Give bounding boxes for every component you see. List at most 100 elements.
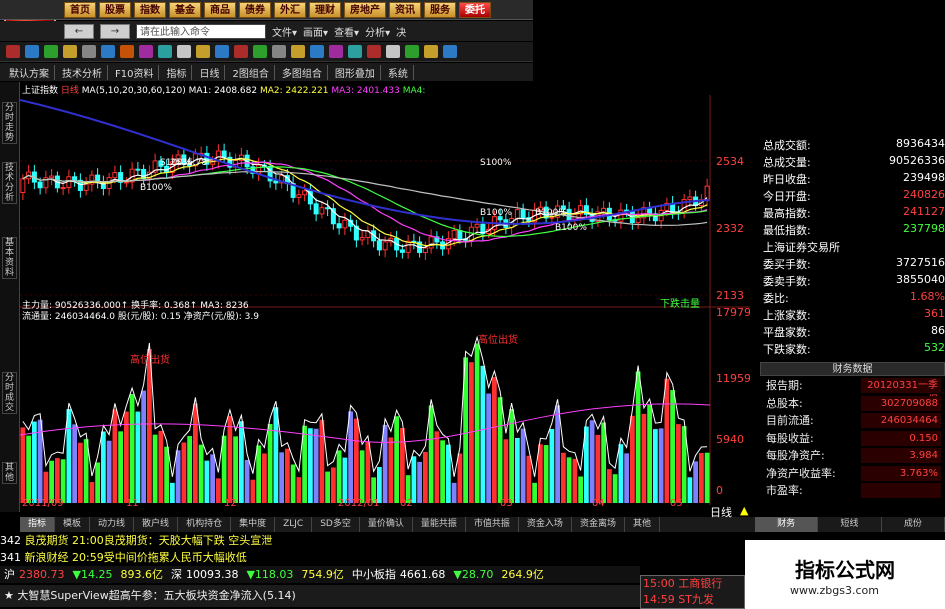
toolbar-icon-18[interactable] (348, 45, 362, 58)
toolbar-icon-2[interactable] (44, 45, 58, 58)
indicator-tab-9[interactable]: 量能共振 (413, 517, 466, 532)
menu-view[interactable]: 画面▾ (303, 24, 328, 39)
menu-look[interactable]: 查看▾ (334, 24, 359, 39)
right-tab-0[interactable]: 财务 (755, 517, 819, 532)
volume-bar (187, 436, 192, 503)
menu-item-3[interactable]: 基金 (169, 1, 201, 18)
menu-file[interactable]: 文件▾ (272, 24, 297, 39)
indicator-tab-8[interactable]: 量价确认 (360, 517, 413, 532)
chart-area[interactable]: 2534 2332 2133 17979 11959 5940 0 S100% B100% B10… (19, 95, 751, 509)
candle-body (422, 247, 428, 254)
toolbar-icon-20[interactable] (386, 45, 400, 58)
toolbar-icon-15[interactable] (291, 45, 305, 58)
volume-bar (474, 343, 480, 503)
news-line-2[interactable]: 341 新浪财经 20:59受中间价拖累人民币大幅收低 (0, 549, 565, 566)
toolbar-icon-19[interactable] (367, 45, 381, 58)
left-tab-0[interactable]: 分时走势 (2, 102, 17, 144)
toolbar-icon-7[interactable] (139, 45, 153, 58)
toolbar-icon-6[interactable] (120, 45, 134, 58)
indicator-tab-12[interactable]: 资金离场 (572, 517, 625, 532)
scroll-up-icon[interactable]: ▲ (740, 504, 748, 517)
candle-body (112, 172, 118, 179)
tab-2[interactable]: F10资料 (110, 64, 160, 80)
toolbar-icon-21[interactable] (405, 45, 419, 58)
info-value: 361 (924, 307, 945, 320)
indicator-tab-4[interactable]: 机构持仓 (178, 517, 232, 532)
tab-7[interactable]: 图形叠加 (330, 64, 381, 80)
tab-8[interactable]: 系统 (383, 64, 414, 80)
left-tab-2[interactable]: 基本资料 (2, 237, 17, 279)
toolbar-icon-14[interactable] (272, 45, 286, 58)
menu-item-7[interactable]: 理财 (309, 1, 341, 18)
menu-item-10[interactable]: 服务 (424, 1, 456, 18)
indicator-tab-6[interactable]: ZLJC (275, 517, 313, 532)
forward-button[interactable]: → (100, 23, 130, 39)
command-input[interactable]: 请在此输入命令 (136, 23, 266, 39)
tab-6[interactable]: 多图组合 (277, 64, 328, 80)
right-tab-1[interactable]: 短线 (818, 517, 882, 532)
left-tab-3[interactable]: 分时成交 (2, 372, 17, 414)
volume-bar (152, 434, 158, 503)
left-tab-1[interactable]: 技术分析 (2, 162, 17, 204)
indicator-tab-13[interactable]: 其他 (625, 517, 660, 532)
indicator-tab-5[interactable]: 集中度 (231, 517, 276, 532)
indicator-tab-11[interactable]: 资金入场 (519, 517, 572, 532)
date-tick-label: 02 (400, 498, 413, 507)
toolbar-icon-11[interactable] (215, 45, 229, 58)
toolbar-icon-22[interactable] (424, 45, 438, 58)
menu-item-9[interactable]: 资讯 (389, 1, 421, 18)
finance-label: 总股本: (766, 396, 803, 410)
back-button[interactable]: ← (64, 23, 94, 39)
tick-popup[interactable]: 15:00 工商银行 14:59 ST九发 (640, 575, 745, 609)
menu-item-11[interactable]: 委托 (459, 1, 491, 18)
tab-3[interactable]: 指标 (161, 64, 193, 80)
menu-item-6[interactable]: 外汇 (274, 1, 306, 18)
indicator-tab-7[interactable]: SD多空 (312, 517, 360, 532)
toolbar-icon-16[interactable] (310, 45, 324, 58)
left-tab-4[interactable]: 其他 (2, 462, 17, 484)
ticker-item: 264.9亿 (501, 566, 544, 583)
toolbar-icon-8[interactable] (158, 45, 172, 58)
volume-tick-label: 0 (716, 484, 723, 497)
volume-bar (141, 390, 146, 503)
candle-body (313, 203, 319, 215)
indicator-tab-3[interactable]: 散户线 (134, 517, 179, 532)
menu-analysis[interactable]: 分析▾ (365, 24, 390, 39)
volume-bar (612, 474, 618, 503)
tab-5[interactable]: 2图组合 (227, 64, 275, 80)
menu-item-1[interactable]: 股票 (99, 1, 131, 18)
volume-bar (515, 437, 520, 503)
finance-label: 每股收益: (766, 431, 814, 445)
volume-bar (359, 450, 365, 503)
toolbar-icon-13[interactable] (253, 45, 267, 58)
toolbar-icon-0[interactable] (6, 45, 20, 58)
toolbar-icon-5[interactable] (101, 45, 115, 58)
menu-item-2[interactable]: 指数 (134, 1, 166, 18)
volume-bar (285, 448, 290, 503)
toolbar-icon-17[interactable] (329, 45, 343, 58)
tab-0[interactable]: 默认方案 (4, 64, 55, 80)
toolbar-icon-4[interactable] (82, 45, 96, 58)
tab-4[interactable]: 日线 (194, 64, 226, 80)
news-line-1[interactable]: 342 良茂期货 21:00良茂期货：天胶大幅下跌 空头宣泄 (0, 532, 565, 549)
toolbar-icon-9[interactable] (177, 45, 191, 58)
indicator-tab-0[interactable]: 指标 (20, 517, 56, 532)
menu-item-5[interactable]: 债券 (239, 1, 271, 18)
toolbar-icon-12[interactable] (234, 45, 248, 58)
menu-item-0[interactable]: 首页 (64, 1, 96, 18)
menu-decision[interactable]: 决 (396, 24, 406, 39)
status-bar[interactable]: ★ 大智慧SuperView超高午参：五大板块资金净流入(5.14) (0, 585, 640, 607)
indicator-tab-2[interactable]: 动力线 (90, 517, 135, 532)
toolbar-icon-23[interactable] (443, 45, 457, 58)
menu-item-4[interactable]: 商品 (204, 1, 236, 18)
tab-1[interactable]: 技术分析 (57, 64, 108, 80)
toolbar-icon-3[interactable] (63, 45, 77, 58)
candle-body (302, 190, 308, 196)
right-tab-2[interactable]: 成份 (881, 517, 945, 532)
menu-item-8[interactable]: 房地产 (344, 1, 386, 18)
volume-bar (538, 444, 543, 503)
toolbar-icon-1[interactable] (25, 45, 39, 58)
indicator-tab-1[interactable]: 模板 (55, 517, 91, 532)
toolbar-icon-10[interactable] (196, 45, 210, 58)
indicator-tab-10[interactable]: 市值共振 (466, 517, 519, 532)
